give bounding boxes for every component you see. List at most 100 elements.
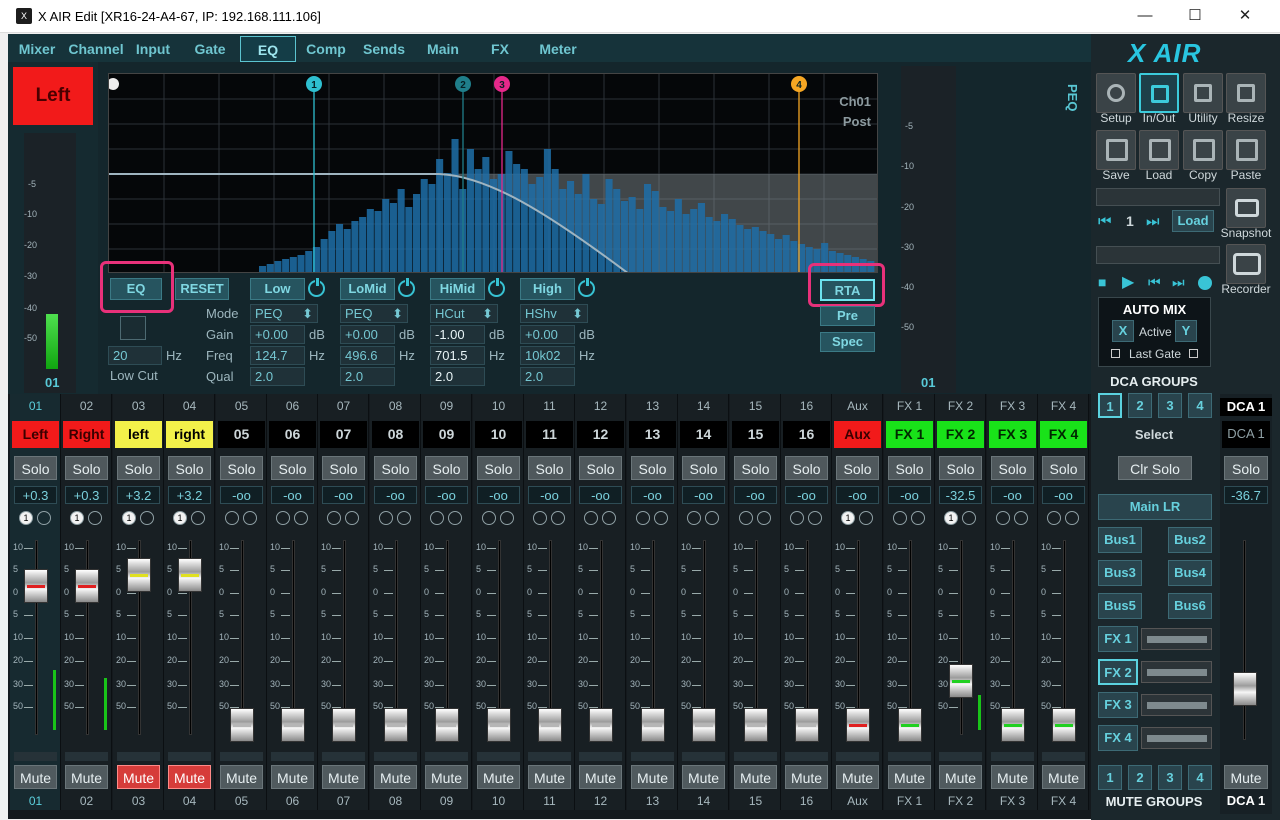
channel-name-display[interactable]: Left: [13, 67, 93, 125]
mute-button[interactable]: Mute: [734, 765, 777, 789]
mute-group-1-button[interactable]: 1: [1098, 765, 1122, 790]
last-gate-checkbox-x[interactable]: [1111, 349, 1120, 358]
solo-button[interactable]: Solo: [14, 456, 57, 480]
fader-cap[interactable]: [178, 558, 202, 592]
solo-button[interactable]: Solo: [888, 456, 931, 480]
fader-cap[interactable]: [538, 708, 562, 742]
dca-assign-indicator[interactable]: [533, 511, 547, 525]
fader-track[interactable]: [292, 540, 295, 735]
dca-assign-indicator[interactable]: [584, 511, 598, 525]
snapshot-button[interactable]: [1226, 188, 1266, 228]
band-lomid-qual-field[interactable]: 2.0: [340, 367, 395, 386]
mute-group-indicator[interactable]: [140, 511, 154, 525]
paste-button[interactable]: [1226, 130, 1266, 170]
dca-assign-indicator[interactable]: [379, 511, 393, 525]
play-icon[interactable]: ▶: [1122, 272, 1134, 292]
bus2-button[interactable]: Bus2: [1168, 527, 1212, 553]
dca-group-3-button[interactable]: 3: [1158, 393, 1182, 418]
strip-name-label[interactable]: 06: [269, 421, 316, 448]
solo-button[interactable]: Solo: [168, 456, 211, 480]
solo-button[interactable]: Solo: [682, 456, 725, 480]
bus1-button[interactable]: Bus1: [1098, 527, 1142, 553]
eq-reset-button[interactable]: RESET: [175, 278, 229, 300]
tab-input[interactable]: Input: [128, 36, 178, 62]
dca-assign-indicator[interactable]: [739, 511, 753, 525]
dca-group-2-button[interactable]: 2: [1128, 393, 1152, 418]
mute-button[interactable]: Mute: [220, 765, 263, 789]
band-lomid-power-icon[interactable]: [398, 277, 415, 297]
dca-group-4-button[interactable]: 4: [1188, 393, 1212, 418]
solo-button[interactable]: Solo: [65, 456, 108, 480]
fx2-button[interactable]: FX 2: [1098, 659, 1138, 685]
band-high-button[interactable]: High: [520, 278, 575, 300]
tab-comp[interactable]: Comp: [301, 36, 351, 62]
strip-name-label[interactable]: 10: [475, 421, 522, 448]
solo-button[interactable]: Solo: [939, 456, 982, 480]
save-button[interactable]: [1096, 130, 1136, 170]
solo-button[interactable]: Solo: [117, 456, 160, 480]
dca-assign-indicator[interactable]: 1: [19, 511, 33, 525]
strip-name-label[interactable]: 12: [577, 421, 624, 448]
snapshot-next-icon[interactable]: ⏭: [1146, 213, 1160, 230]
solo-button[interactable]: Solo: [734, 456, 777, 480]
dca-fader-cap[interactable]: [1233, 672, 1257, 706]
strip-name-label[interactable]: Right: [63, 421, 110, 448]
mute-group-indicator[interactable]: [1065, 511, 1079, 525]
mute-button[interactable]: Mute: [631, 765, 674, 789]
fader-track[interactable]: [343, 540, 346, 735]
mute-button[interactable]: Mute: [271, 765, 314, 789]
solo-button[interactable]: Solo: [477, 456, 520, 480]
fx1-button[interactable]: FX 1: [1098, 626, 1138, 652]
strip-name-label[interactable]: 11: [526, 421, 573, 448]
fader-track[interactable]: [703, 540, 706, 735]
fader-track[interactable]: [652, 540, 655, 735]
dca-solo-button[interactable]: Solo: [1224, 456, 1268, 480]
dca-assign-indicator[interactable]: [327, 511, 341, 525]
fx3-button[interactable]: FX 3: [1098, 692, 1138, 718]
close-button[interactable]: ✕: [1234, 6, 1256, 26]
mute-group-indicator[interactable]: [88, 511, 102, 525]
mute-button[interactable]: Mute: [477, 765, 520, 789]
dca-assign-indicator[interactable]: 1: [173, 511, 187, 525]
tab-sends[interactable]: Sends: [358, 36, 410, 62]
mute-group-indicator[interactable]: [757, 511, 771, 525]
mute-button[interactable]: Mute: [65, 765, 108, 789]
strip-name-label[interactable]: 14: [680, 421, 727, 448]
band-himid-power-icon[interactable]: [488, 277, 505, 297]
solo-button[interactable]: Solo: [836, 456, 879, 480]
tab-eq[interactable]: EQ: [240, 36, 296, 62]
band-lomid-mode-select[interactable]: PEQ ⬍: [340, 304, 408, 323]
fader-track[interactable]: [446, 540, 449, 735]
fader-track[interactable]: [241, 540, 244, 735]
fader-cap[interactable]: [795, 708, 819, 742]
eq-enable-button[interactable]: EQ: [110, 278, 162, 300]
dca-mute-button[interactable]: Mute: [1224, 765, 1268, 789]
bus4-button[interactable]: Bus4: [1168, 560, 1212, 586]
tab-channel[interactable]: Channel: [66, 36, 126, 62]
tab-main[interactable]: Main: [418, 36, 468, 62]
mute-button[interactable]: Mute: [117, 765, 160, 789]
mute-button[interactable]: Mute: [528, 765, 571, 789]
band-high-freq-field[interactable]: 10k02: [520, 346, 575, 365]
solo-button[interactable]: Solo: [1042, 456, 1085, 480]
fader-cap[interactable]: [435, 708, 459, 742]
mute-button[interactable]: Mute: [785, 765, 828, 789]
strip-name-label[interactable]: FX 2: [937, 421, 984, 448]
band-high-power-icon[interactable]: [578, 277, 595, 297]
solo-button[interactable]: Solo: [528, 456, 571, 480]
mute-group-indicator[interactable]: [911, 511, 925, 525]
fader-cap[interactable]: [332, 708, 356, 742]
fader-cap[interactable]: [744, 708, 768, 742]
fader-track[interactable]: [600, 540, 603, 735]
strip-name-label[interactable]: left: [115, 421, 162, 448]
mute-group-indicator[interactable]: [859, 511, 873, 525]
strip-name-label[interactable]: 05: [218, 421, 265, 448]
fader-cap[interactable]: [384, 708, 408, 742]
fader-track[interactable]: [395, 540, 398, 735]
dca-assign-indicator[interactable]: [482, 511, 496, 525]
mute-group-indicator[interactable]: [1014, 511, 1028, 525]
band-himid-freq-field[interactable]: 701.5: [430, 346, 485, 365]
dca-assign-indicator[interactable]: 1: [841, 511, 855, 525]
resize-button[interactable]: [1226, 73, 1266, 113]
fader-track[interactable]: [857, 540, 860, 735]
